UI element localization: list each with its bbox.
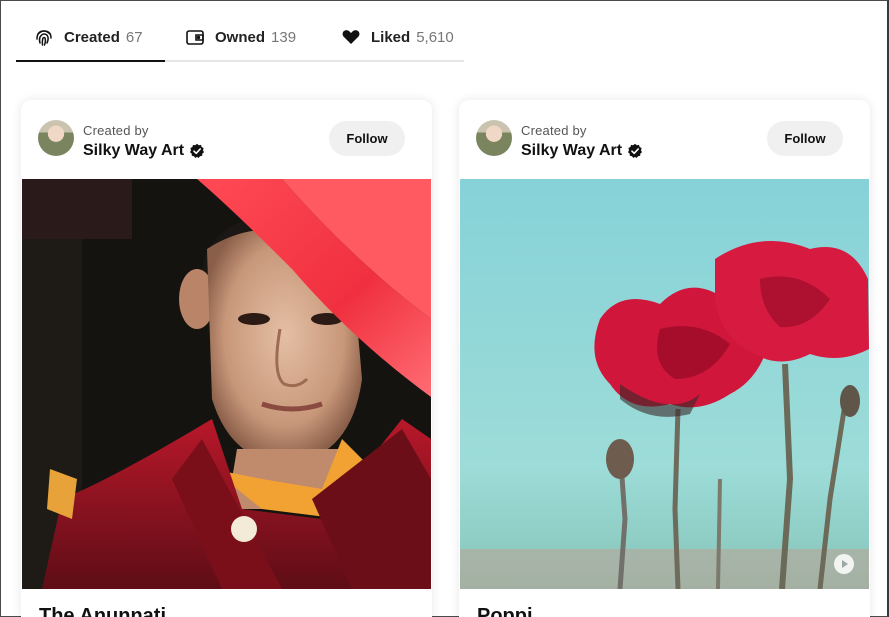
nft-card[interactable]: Created by Silky Way Art Follow [459, 100, 870, 617]
wallet-icon [185, 27, 205, 47]
tab-created[interactable]: Created 67 [16, 14, 165, 62]
card-header: Created by Silky Way Art Follow [21, 100, 432, 179]
artwork-title[interactable]: Poppi... [477, 605, 549, 617]
play-icon[interactable] [833, 553, 855, 575]
nft-card[interactable]: Created by Silky Way Art Follow [21, 100, 432, 617]
avatar[interactable] [476, 120, 512, 156]
profile-tabs: Created 67 Owned 139 Liked 5,610 [16, 14, 464, 62]
follow-button[interactable]: Follow [329, 121, 405, 156]
creator-name-row[interactable]: Silky Way Art [521, 142, 643, 160]
tab-liked[interactable]: Liked 5,610 [323, 14, 464, 60]
tab-liked-count: 5,610 [416, 28, 454, 46]
avatar[interactable] [38, 120, 74, 156]
tab-owned-count: 139 [271, 28, 297, 46]
created-by-caption: Created by [521, 123, 587, 138]
creator-name-row[interactable]: Silky Way Art [83, 142, 205, 160]
created-by-caption: Created by [83, 123, 149, 138]
creator-name[interactable]: Silky Way Art [83, 142, 184, 160]
tab-owned[interactable]: Owned 139 [165, 14, 323, 60]
follow-button[interactable]: Follow [767, 121, 843, 156]
verified-badge-icon [189, 143, 205, 159]
artwork-title[interactable]: The Anunnati... [39, 605, 183, 617]
creator-name[interactable]: Silky Way Art [521, 142, 622, 160]
artwork-image[interactable] [460, 179, 869, 589]
artwork-image[interactable] [22, 179, 431, 589]
tab-liked-label: Liked [371, 28, 411, 46]
tab-owned-label: Owned [215, 28, 266, 46]
tab-created-label: Created [64, 28, 120, 46]
tab-created-count: 67 [125, 28, 143, 46]
heart-icon [341, 27, 361, 47]
fingerprint-icon [34, 27, 54, 47]
card-header: Created by Silky Way Art Follow [459, 100, 870, 179]
verified-badge-icon [627, 143, 643, 159]
